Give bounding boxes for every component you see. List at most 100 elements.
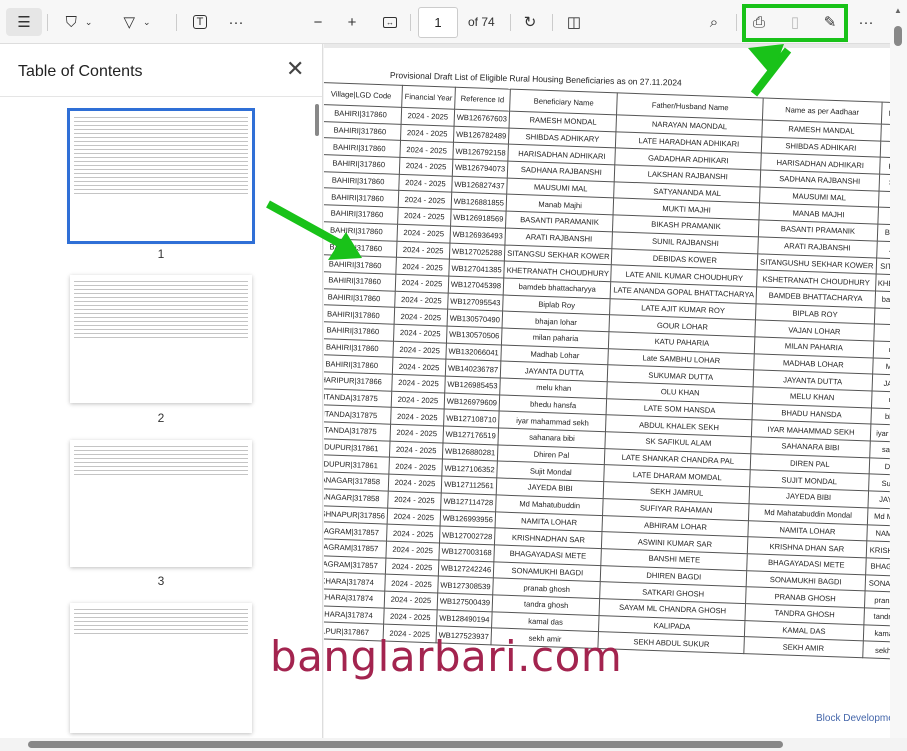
table-cell: BASAN [876, 224, 890, 243]
table-cell: 2024 - 2025 [397, 224, 451, 243]
column-header: Name a [880, 102, 890, 126]
table-cell: 2024 - 2025 [391, 374, 446, 393]
page-number-input[interactable]: 1 [418, 7, 458, 38]
divider [510, 14, 511, 31]
table-cell: mil [872, 340, 890, 360]
page-total: of 74 [468, 15, 495, 29]
table-cell: sekh [862, 641, 890, 660]
table-cell: WB127095543 [447, 292, 504, 312]
table-cell: WB126792158 [452, 142, 509, 162]
table-cell: WB127500439 [436, 592, 493, 612]
table-cell: WB127108710 [443, 409, 500, 429]
column-header: Financial Year [401, 85, 456, 110]
fit-width-icon[interactable]: ↔ [376, 8, 404, 36]
page-thumbnail-2[interactable] [70, 275, 252, 403]
table-cell: SITANGS [875, 257, 890, 276]
table-cell: 2024 - 2025 [386, 524, 440, 543]
table-cell: 2024 - 2025 [385, 557, 439, 577]
close-icon[interactable]: ✕ [286, 56, 304, 82]
table-cell: 2024 - 2025 [401, 107, 455, 126]
scroll-thumb[interactable] [894, 26, 902, 46]
page-view-icon[interactable]: ◫ [560, 8, 588, 36]
table-cell: NANAGAR|317858 [324, 488, 389, 508]
table-cell: Md Mah [866, 507, 890, 526]
table-cell: ADUPUR|317861 [324, 454, 390, 475]
table-cell: WB126767603 [453, 109, 510, 128]
table-cell: SEKH AMIR [743, 636, 863, 658]
table-cell: NDAGRAM|317857 [324, 554, 387, 575]
table-cell: pranal [863, 591, 890, 610]
table-cell: 2024 - 2025 [398, 190, 452, 210]
table-cell: Dh [868, 457, 890, 476]
divider [47, 14, 48, 31]
table-cell: NANAGAR|317858 [324, 471, 389, 491]
table-cell: M [877, 190, 890, 209]
vertical-scrollbar[interactable]: ▲ [890, 0, 907, 740]
table-cell: 2024 - 2025 [387, 490, 442, 510]
text-icon[interactable]: T [186, 8, 214, 36]
table-cell: SADH [878, 174, 890, 193]
table-cell: HARIS [879, 157, 890, 176]
more-icon[interactable]: ··· [852, 8, 880, 36]
thumbnail-label: 3 [157, 574, 165, 588]
table-cell: WB127003168 [438, 542, 495, 562]
table-cell: Sujit [868, 474, 890, 493]
table-cell: WB127308539 [437, 576, 494, 595]
table-cell: 2024 - 2025 [387, 507, 441, 527]
table-cell: 2024 - 2025 [397, 207, 451, 226]
highlight-icon[interactable]: ⛉ ⌄ [56, 8, 102, 36]
scroll-thumb[interactable] [28, 741, 783, 748]
table-cell: 2024 - 2025 [389, 440, 443, 460]
table-cell: WB130570506 [446, 326, 503, 345]
table-cell: WB127114728 [440, 492, 497, 512]
divider [736, 14, 737, 31]
table-cell: WB126881855 [450, 192, 507, 212]
table-cell: ARA [876, 240, 890, 259]
block-development-stamp: Block Developme [816, 713, 890, 724]
table-cell: NDAGRAM|317857 [324, 521, 388, 541]
table-cell: 2024 - 2025 [388, 474, 442, 493]
table-cell: WB126880281 [442, 442, 499, 462]
horizontal-scrollbar[interactable] [0, 738, 907, 751]
column-header: Village|LGD Code [324, 82, 403, 108]
rotate-icon[interactable]: ↻ [516, 8, 544, 36]
table-cell: 2024 - 2025 [400, 140, 454, 160]
table-cell: WB126827437 [451, 175, 508, 195]
contents-icon[interactable]: ☰ [6, 8, 42, 36]
table-cell: 2024 - 2025 [388, 457, 443, 477]
table-cell: WB128490194 [436, 609, 493, 629]
table-cell: KRISHNA [865, 541, 890, 560]
table-cell: WB126993956 [439, 509, 496, 529]
table-cell: bha [870, 407, 890, 426]
table-cell: 2024 - 2025 [400, 124, 454, 143]
green-arrow-icon [748, 44, 792, 97]
table-cell: 2024 - 2025 [390, 424, 444, 443]
zoom-out-icon[interactable]: − [304, 8, 332, 36]
table-cell: 2024 - 2025 [392, 357, 446, 377]
table-cell: 2024 - 2025 [395, 274, 449, 293]
table-cell: 2024 - 2025 [383, 607, 437, 627]
table-cell: SHI [879, 140, 890, 159]
table-cell: WB127025288 [449, 242, 506, 262]
table-cell: WB130570490 [446, 309, 503, 328]
table-cell: WB126985453 [444, 376, 501, 395]
divider [552, 14, 553, 31]
page-thumbnail-1[interactable] [67, 108, 255, 244]
more-icon[interactable]: ··· [222, 8, 250, 36]
page-thumbnail-4[interactable] [70, 603, 252, 733]
table-cell: 2024 - 2025 [393, 324, 447, 343]
toolbar: ☰ ⛉ ⌄ ▽ ⌄ T ··· − + ↔ 1 of 74 ↻ ◫ ⌕ ⎙ ▯ … [0, 0, 890, 44]
scroll-up-icon[interactable]: ▲ [894, 6, 902, 15]
search-icon[interactable]: ⌕ [700, 8, 728, 36]
zoom-in-icon[interactable]: + [338, 8, 366, 36]
table-cell: WB127002728 [439, 526, 496, 545]
beneficiary-table: Village|LGD Code Financial Year Reference … [324, 82, 890, 660]
table-cell: B [873, 307, 890, 326]
scrollbar[interactable] [315, 104, 319, 136]
thumbnail-label: 1 [157, 247, 165, 261]
table-cell: WB126782489 [453, 125, 510, 145]
table-cell: WB127041385 [448, 259, 505, 278]
table-cell: tandra [863, 607, 890, 626]
page-thumbnail-3[interactable] [70, 440, 252, 567]
draw-icon[interactable]: ▽ ⌄ [114, 8, 160, 36]
